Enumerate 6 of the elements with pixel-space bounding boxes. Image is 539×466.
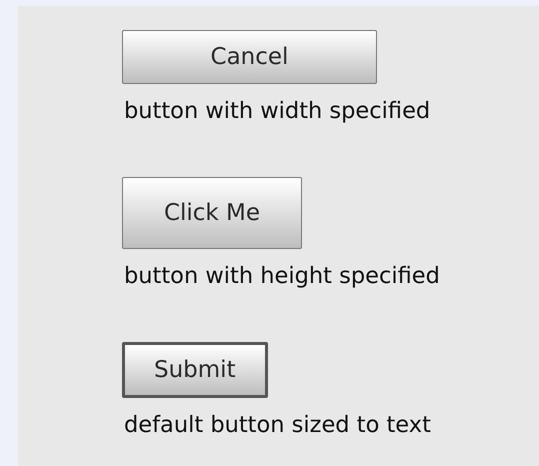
caption-text: button with height specified — [123, 262, 440, 291]
caption-text: default button sized to text — [123, 411, 431, 440]
caption-text: button with width specified — [123, 97, 430, 126]
push-button[interactable]: Submit — [122, 342, 268, 398]
push-button[interactable]: Click Me — [122, 177, 302, 249]
push-button[interactable]: Cancel — [122, 30, 377, 84]
